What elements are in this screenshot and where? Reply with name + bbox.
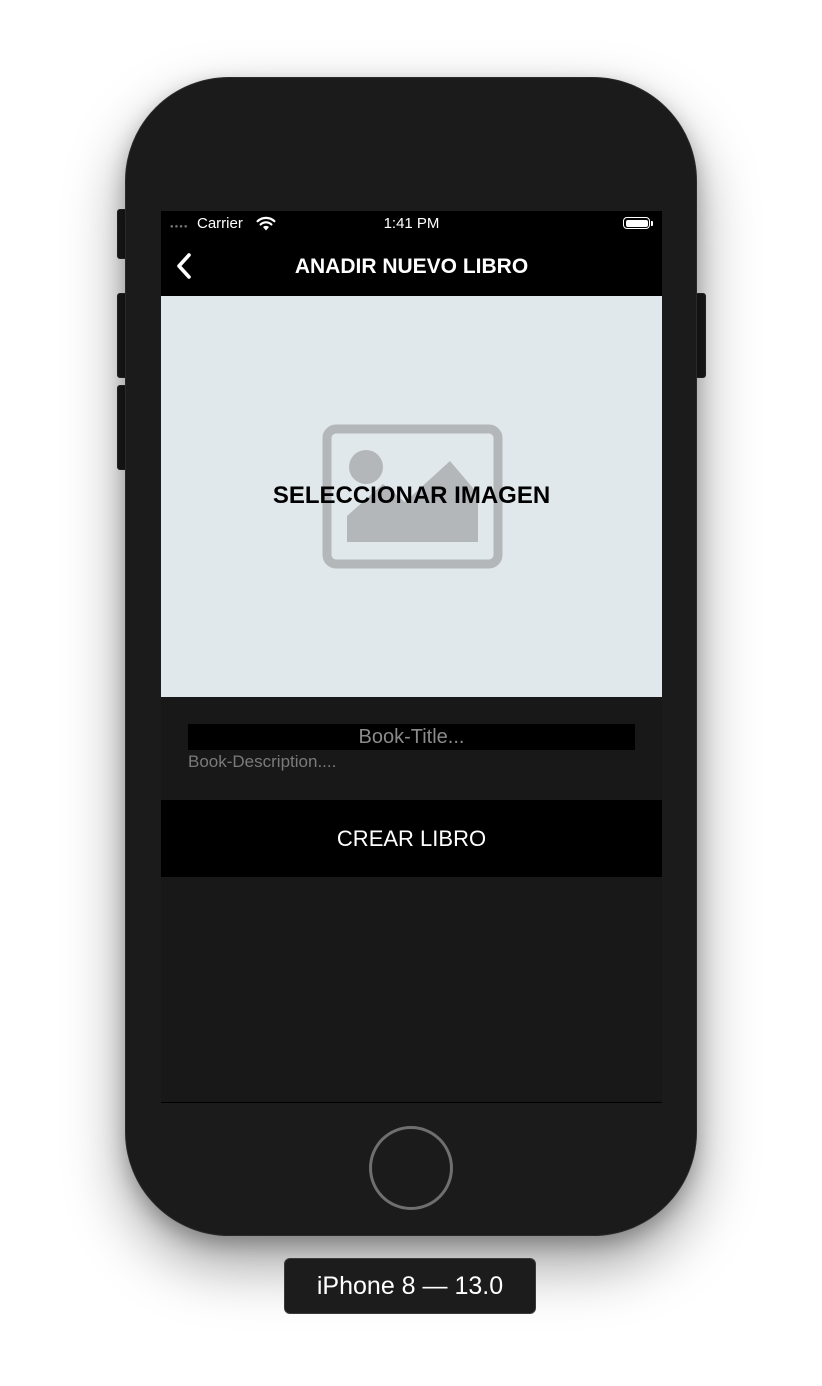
battery-icon (623, 217, 650, 229)
simulator-device-label: iPhone 8 — 13.0 (284, 1258, 536, 1314)
status-bar: ●●●● Carrier 1:41 PM (161, 211, 662, 237)
navigation-bar: ANADIR NUEVO LIBRO (161, 237, 662, 296)
status-time: 1:41 PM (383, 215, 440, 232)
simulator-window: ●●●● Carrier 1:41 PM ANADIR NUEVO LIBRO … (0, 0, 822, 1386)
book-form (161, 697, 662, 800)
book-description-input[interactable] (188, 752, 635, 776)
page-title: ANADIR NUEVO LIBRO (294, 255, 529, 278)
book-title-input[interactable] (188, 724, 635, 750)
empty-content-area (161, 877, 662, 1103)
select-image-button[interactable]: SELECCIONAR IMAGEN (161, 296, 662, 697)
app-screen: ●●●● Carrier 1:41 PM ANADIR NUEVO LIBRO … (161, 211, 662, 1103)
home-button[interactable] (369, 1126, 453, 1210)
battery-tip (651, 221, 653, 226)
select-image-label: SELECCIONAR IMAGEN (272, 482, 551, 509)
create-book-button[interactable]: CREAR LIBRO (161, 800, 662, 877)
